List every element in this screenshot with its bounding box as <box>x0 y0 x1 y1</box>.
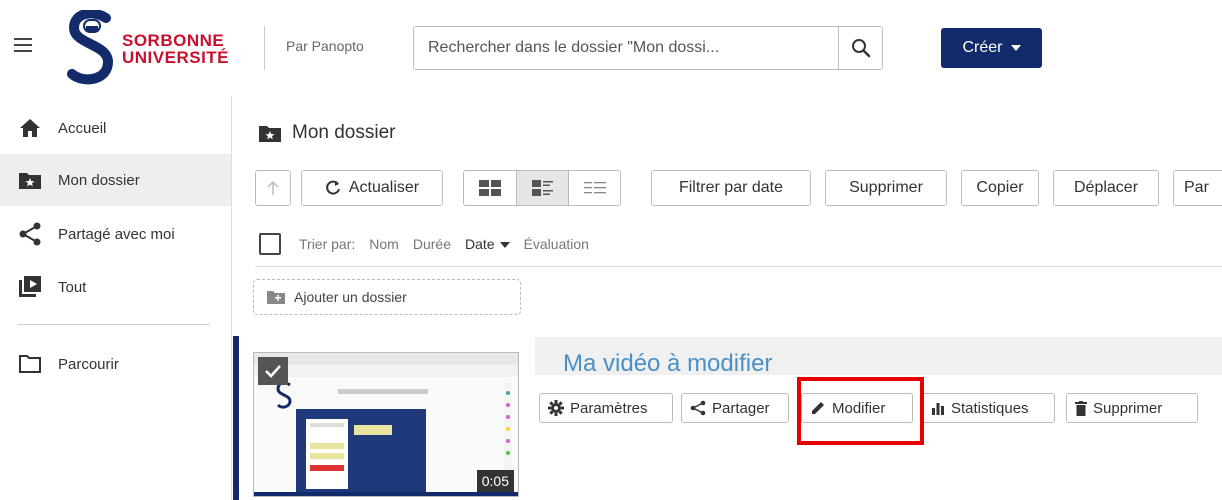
share-button[interactable]: Partager <box>681 393 789 423</box>
delete-session-button[interactable]: Supprimer <box>1066 393 1198 423</box>
folder-title-text: Mon dossier <box>292 122 396 143</box>
folder-icon <box>18 352 42 376</box>
sidebar-divider <box>18 324 210 325</box>
sort-option-date[interactable]: Date <box>465 236 510 252</box>
settings-button[interactable]: Paramètres <box>539 393 673 423</box>
create-button-label: Créer <box>962 39 1003 56</box>
home-icon <box>18 116 42 140</box>
gear-icon <box>548 400 564 416</box>
play-icon <box>18 275 42 299</box>
sort-option-nom[interactable]: Nom <box>369 236 399 252</box>
search-icon <box>851 39 870 58</box>
add-folder-label: Ajouter un dossier <box>294 289 407 305</box>
share-toolbar-label: Par <box>1184 179 1209 196</box>
main-content: Mon dossier Actualiser Filtrer par date … <box>233 96 1222 500</box>
sidebar-item-parcourir[interactable]: Parcourir <box>0 338 231 390</box>
search-button[interactable] <box>838 27 882 69</box>
sorbonne-logo[interactable]: SORBONNE UNIVERSITÉ <box>66 8 246 86</box>
sidebar-item-label: Parcourir <box>58 355 119 373</box>
filter-date-label: Filtrer par date <box>678 179 784 196</box>
trash-icon <box>1075 400 1087 416</box>
sorbonne-s-emblem <box>67 8 114 85</box>
delete-button[interactable]: Supprimer <box>825 170 947 206</box>
share-label: Partager <box>712 399 770 417</box>
copy-button[interactable]: Copier <box>961 170 1039 206</box>
caret-down-icon <box>1010 45 1021 51</box>
session-duration: 0:05 <box>476 470 514 492</box>
sidebar-item-label: Accueil <box>58 119 107 137</box>
logo-text: SORBONNE UNIVERSITÉ <box>122 32 229 66</box>
divider <box>255 266 1222 267</box>
edit-button-highlight <box>797 377 924 445</box>
session-title[interactable]: Ma vidéo à modifier <box>563 350 772 378</box>
arrow-up-icon <box>267 180 279 195</box>
delete-label: Supprimer <box>849 179 923 196</box>
header: SORBONNE UNIVERSITÉ Par Panopto Créer <box>0 0 1222 96</box>
copy-label: Copier <box>976 179 1024 196</box>
add-folder-button[interactable]: Ajouter un dossier <box>253 279 521 315</box>
delete-session-label: Supprimer <box>1093 399 1163 417</box>
session-selection-bar <box>233 336 239 500</box>
view-toggle <box>463 170 621 206</box>
caret-down-icon <box>499 242 510 249</box>
create-button[interactable]: Créer <box>941 28 1042 68</box>
hamburger-menu-icon[interactable] <box>14 38 32 52</box>
view-grid-icon[interactable] <box>464 171 516 205</box>
refresh-icon <box>326 180 340 195</box>
session-thumbnail[interactable]: 0:05 <box>253 352 519 497</box>
sort-option-duree[interactable]: Durée <box>413 236 451 252</box>
checkmark-icon <box>265 365 281 378</box>
star-folder-icon <box>259 126 281 142</box>
logo-line-2: UNIVERSITÉ <box>122 48 230 67</box>
statistics-button[interactable]: Statistiques <box>922 393 1055 423</box>
sort-option-evaluation[interactable]: Évaluation <box>524 236 589 252</box>
sidebar: Accueil Mon dossier Partagé avec moi Tou… <box>0 96 232 500</box>
share-icon <box>690 400 706 416</box>
by-panopto-label: Par Panopto <box>286 38 364 54</box>
sort-bar: Trier par: Nom Durée Date Évaluation <box>259 232 589 256</box>
share-toolbar-button[interactable]: Par <box>1173 170 1222 206</box>
sidebar-item-partage[interactable]: Partagé avec moi <box>0 208 231 260</box>
up-button[interactable] <box>255 170 291 206</box>
sidebar-item-mon-dossier[interactable]: Mon dossier <box>0 154 231 206</box>
settings-label: Paramètres <box>570 399 648 417</box>
share-icon <box>18 222 42 246</box>
star-folder-icon <box>18 168 42 192</box>
thumbnail-progress-bar <box>254 492 518 496</box>
session-checkbox[interactable] <box>258 357 288 385</box>
search-input[interactable] <box>414 27 839 69</box>
sort-option-date-label: Date <box>464 236 495 252</box>
filter-date-button[interactable]: Filtrer par date <box>651 170 811 206</box>
sidebar-item-label: Mon dossier <box>58 171 140 189</box>
sidebar-item-label: Partagé avec moi <box>58 225 175 243</box>
refresh-button[interactable]: Actualiser <box>301 170 443 206</box>
search-box <box>413 26 883 70</box>
sidebar-item-tout[interactable]: Tout <box>0 261 231 313</box>
header-separator <box>264 26 265 70</box>
move-label: Déplacer <box>1073 179 1139 196</box>
logo-line-1: SORBONNE <box>122 31 225 50</box>
statistics-label: Statistiques <box>951 399 1029 417</box>
bar-chart-icon <box>932 403 944 415</box>
view-detail-icon[interactable] <box>516 171 568 205</box>
sidebar-item-accueil[interactable]: Accueil <box>0 102 231 154</box>
sort-label: Trier par: <box>299 236 356 252</box>
move-button[interactable]: Déplacer <box>1053 170 1159 206</box>
view-list-icon[interactable] <box>568 171 620 205</box>
refresh-label: Actualiser <box>348 179 420 196</box>
select-all-checkbox[interactable] <box>259 233 281 255</box>
sidebar-item-label: Tout <box>58 278 87 296</box>
page-title: Mon dossier <box>258 122 396 144</box>
add-folder-icon <box>267 291 285 304</box>
